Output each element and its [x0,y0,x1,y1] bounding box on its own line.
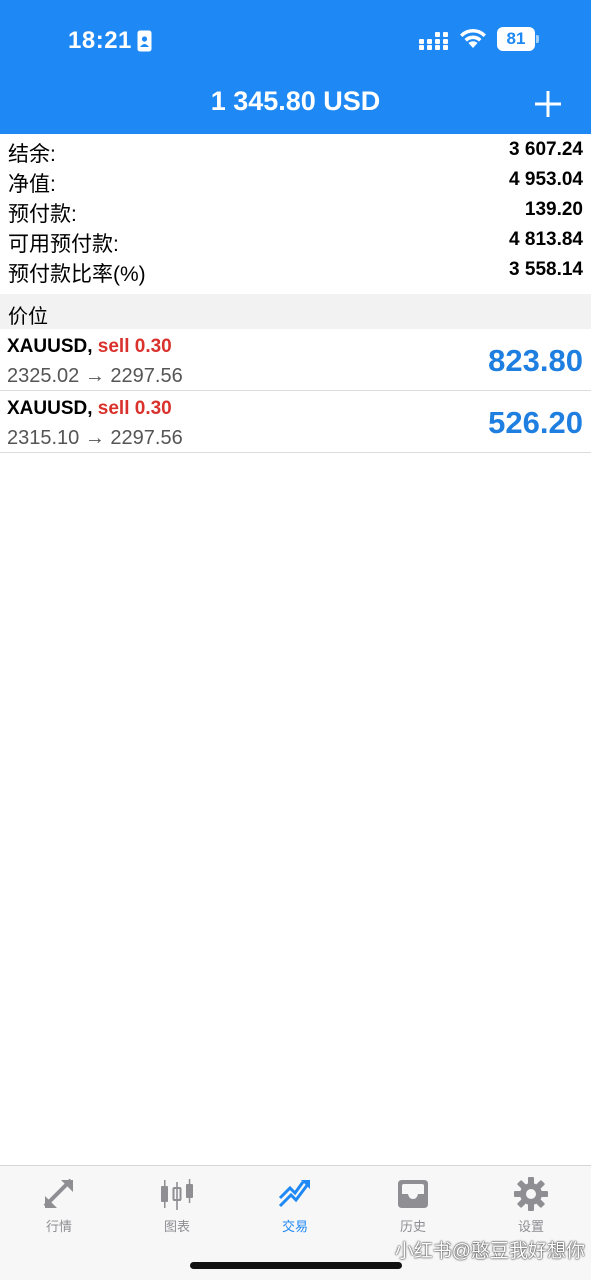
summary-value: 4 953.04 [509,169,583,190]
cellular-signal-icon [419,32,448,50]
top-bar: 18:21 81 1 345.80 USD [0,0,591,134]
tab-label: 设置 [517,1219,544,1234]
battery-cap [536,35,539,43]
position-symbol: XAUUSD, [7,336,93,357]
tab-trade[interactable]: 交易 [236,1166,354,1236]
add-order-button[interactable] [532,88,564,120]
summary-row-margin-level: 预付款比率(%) 3 558.14 [0,254,591,286]
tab-chart[interactable]: 图表 [118,1166,236,1236]
position-side: sell 0.30 [97,398,172,419]
position-prices: 2325.02 → 2297.56 [7,365,183,387]
tab-label: 历史 [399,1219,426,1234]
position-row[interactable]: XAUUSD, sell 0.30 2315.10 → 2297.56 526.… [0,391,591,453]
quotes-icon [43,1178,73,1208]
tab-label: 图表 [163,1219,190,1234]
summary-row-equity: 净值: 4 953.04 [0,164,591,196]
tab-label: 行情 [45,1219,72,1234]
trade-icon [278,1180,310,1208]
summary-row-margin: 预付款: 139.20 [0,194,591,226]
position-row[interactable]: XAUUSD, sell 0.30 2325.02 → 2297.56 823.… [0,329,591,391]
account-summary: 结余: 3 607.24 净值: 4 953.04 预付款: 139.20 可用… [0,134,591,286]
chart-icon [161,1179,193,1210]
summary-row-balance: 结余: 3 607.24 [0,134,591,166]
tab-quotes[interactable]: 行情 [0,1166,118,1236]
account-profit-title: 1 345.80 USD [210,86,381,116]
summary-value: 139.20 [524,199,583,220]
position-profit: 823.80 [488,343,583,378]
position-symbol: XAUUSD, [7,398,93,419]
history-icon [398,1180,428,1208]
summary-label: 预付款比率(%) [8,263,146,286]
position-symbol-line: XAUUSD, sell 0.30 [7,398,172,420]
battery-level: 81 [506,29,526,48]
status-bar: 18:21 81 [0,0,591,80]
positions-section-header: 价位 [0,294,591,329]
wifi-icon [460,28,486,48]
position-symbol-line: XAUUSD, sell 0.30 [7,336,172,358]
position-profit: 526.20 [488,405,583,440]
position-side: sell 0.30 [97,336,172,357]
tab-label: 交易 [281,1219,308,1234]
section-title: 价位 [8,306,48,328]
battery-indicator: 81 [497,27,539,51]
tab-settings[interactable]: 设置 [472,1166,590,1236]
summary-value: 4 813.84 [509,229,583,250]
summary-value: 3 558.14 [509,259,583,280]
position-prices: 2315.10 → 2297.56 [7,427,183,449]
summary-row-free-margin: 可用预付款: 4 813.84 [0,224,591,256]
home-indicator[interactable] [190,1262,402,1269]
settings-icon [514,1177,548,1211]
status-time: 18:21 [68,27,132,54]
summary-value: 3 607.24 [509,139,583,160]
watermark-text: 小红书@憨豆我好想你 [394,1241,585,1262]
contact-card-icon [137,30,152,52]
tab-history[interactable]: 历史 [354,1166,472,1236]
